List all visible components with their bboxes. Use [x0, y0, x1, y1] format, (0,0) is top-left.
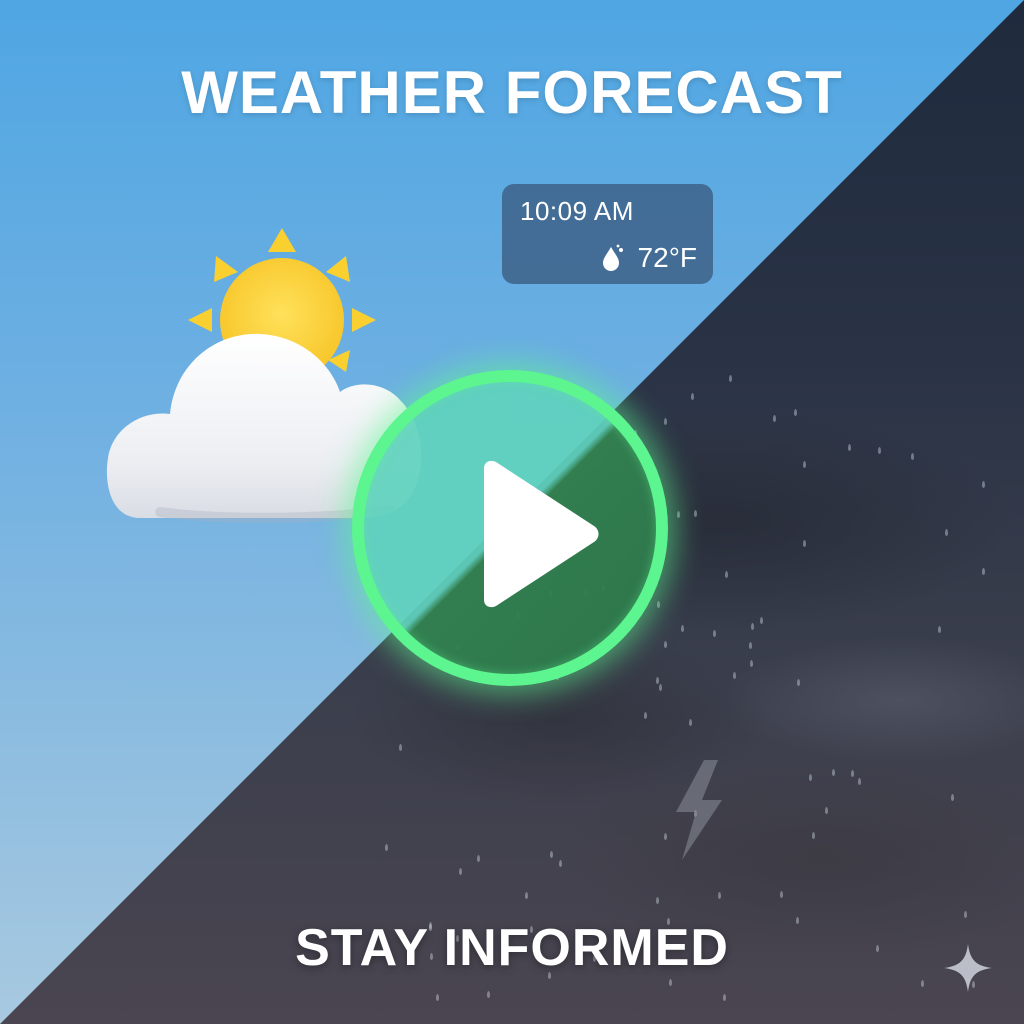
- rain-drop: [399, 744, 402, 751]
- rain-drop: [803, 461, 806, 468]
- page-title: WEATHER FORECAST: [181, 59, 843, 126]
- rain-drop: [780, 891, 783, 898]
- humidity-drop-icon: [602, 244, 623, 271]
- rain-drop: [749, 642, 752, 649]
- rain-drop: [725, 571, 728, 578]
- rain-drop: [825, 807, 828, 814]
- rain-drop: [656, 677, 659, 684]
- tagline: STAY INFORMED: [295, 919, 729, 977]
- rain-drop: [477, 855, 480, 862]
- rain-drop: [713, 630, 716, 637]
- rain-drop: [848, 444, 851, 451]
- play-icon: [484, 460, 599, 608]
- rain-drop: [664, 833, 667, 840]
- play-video-button[interactable]: [352, 370, 668, 686]
- rain-drop: [718, 892, 721, 899]
- rain-drop: [559, 860, 562, 867]
- rain-drop: [921, 980, 924, 987]
- rain-drop: [669, 979, 672, 986]
- rain-drop: [459, 868, 462, 875]
- rain-drop: [664, 641, 667, 648]
- rain-drop: [733, 672, 736, 679]
- temperature-row: 72°F: [600, 242, 697, 274]
- rain-drop: [760, 617, 763, 624]
- rain-drop: [656, 897, 659, 904]
- rain-drop: [773, 415, 776, 422]
- rain-drop: [644, 712, 647, 719]
- rain-drop: [550, 851, 553, 858]
- rain-drop: [487, 991, 490, 998]
- rain-drop: [657, 601, 660, 608]
- rain-drop: [858, 778, 861, 785]
- rain-drop: [982, 481, 985, 488]
- rain-drop: [964, 911, 967, 918]
- rain-drop: [851, 770, 854, 777]
- current-temperature: 72°F: [637, 242, 697, 273]
- rain-drop: [797, 679, 800, 686]
- rain-drop: [729, 375, 732, 382]
- rain-drop: [664, 418, 667, 425]
- rain-drop: [689, 719, 692, 726]
- rain-drop: [691, 393, 694, 400]
- weather-forecast-banner: WEATHER FORECAST 10:09 AM 72°F STAY INFO…: [0, 0, 1024, 1024]
- rain-drop: [911, 453, 914, 460]
- rain-drop: [945, 529, 948, 536]
- rain-drop: [677, 511, 680, 518]
- rain-drop: [750, 660, 753, 667]
- rain-drop: [809, 774, 812, 781]
- rain-drop: [832, 769, 835, 776]
- rain-drop: [525, 892, 528, 899]
- lightning-icon: [676, 760, 722, 860]
- rain-drop: [659, 684, 662, 691]
- rain-drop: [951, 794, 954, 801]
- sparkle-icon: [944, 944, 992, 992]
- rain-drop: [751, 623, 754, 630]
- rain-drop: [803, 540, 806, 547]
- current-time: 10:09 AM: [520, 196, 634, 226]
- rain-drop: [681, 625, 684, 632]
- rain-drop: [812, 832, 815, 839]
- rain-drop: [794, 409, 797, 416]
- rain-drop: [982, 568, 985, 575]
- rain-drop: [723, 994, 726, 1001]
- time-temperature-card: 10:09 AM 72°F: [502, 184, 713, 284]
- rain-drop: [436, 994, 439, 1001]
- rain-drop: [878, 447, 881, 454]
- rain-drop: [385, 844, 388, 851]
- rain-drop: [694, 510, 697, 517]
- rain-drop: [938, 626, 941, 633]
